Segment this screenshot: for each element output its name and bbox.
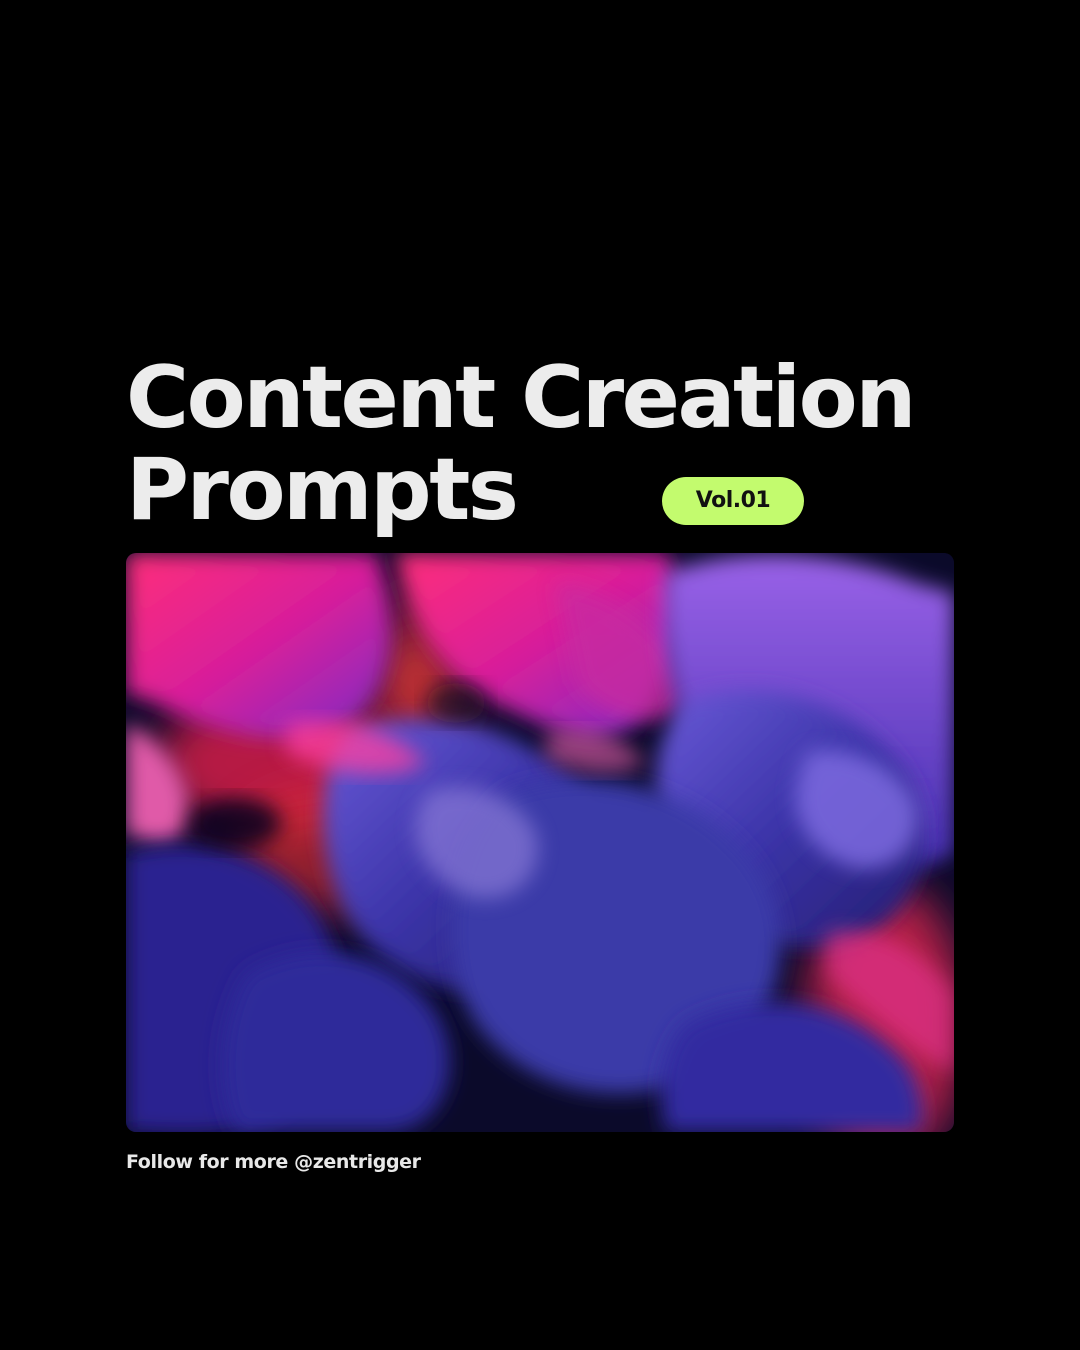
follow-caption: Follow for more @zentrigger (126, 1151, 421, 1173)
volume-badge: Vol.01 (662, 477, 804, 525)
title-line-1: Content Creation (126, 348, 916, 448)
flower-photo (126, 553, 954, 1132)
